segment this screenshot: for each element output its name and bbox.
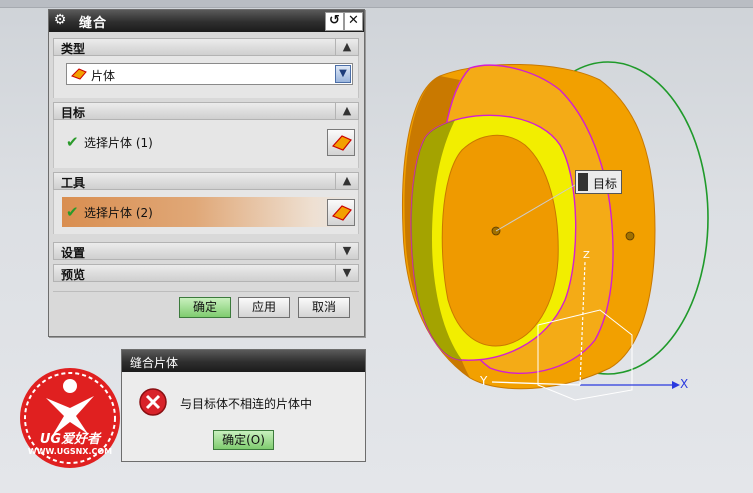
settings-section-header[interactable]: 设置 ▼ [53,242,359,260]
type-section-header[interactable]: 类型 ▲ [53,38,359,56]
close-icon[interactable]: ✕ [344,12,363,31]
checkmark-icon: ✔ [66,133,79,151]
error-icon [139,388,167,416]
reset-icon[interactable]: ↺ [325,12,344,31]
inner-orange-disc [441,134,559,347]
cancel-button[interactable]: 取消 [298,297,350,318]
error-ok-button[interactable]: 确定(O) [213,430,274,450]
error-message: 与目标体不相连的片体中 [180,397,313,411]
sheet-body-icon [332,205,352,221]
chevron-down-icon[interactable]: ▼ [335,243,358,259]
watermark-url: WWW.UGSNX.COM [27,447,113,456]
sheet-body-icon [71,68,87,80]
type-section-label: 类型 [61,42,86,56]
target-section-body: ✔ 选择片体 (1) [53,120,359,168]
tool-section-body: ✔ 选择片体 (2) [53,190,359,234]
target-select-text: 选择片体 (1) [84,136,153,150]
z-axis-label: Z [583,250,590,261]
tool-section-header[interactable]: 工具 ▲ [53,172,359,190]
settings-section-label: 设置 [61,246,86,260]
target-select-row[interactable]: ✔ 选择片体 (1) [62,127,358,157]
sew-dialog-title: 缝合 [79,16,108,31]
gear-icon[interactable]: ⚙ [52,12,68,28]
preview-section-header[interactable]: 预览 ▼ [53,264,359,282]
dialog-button-bar: 确定 应用 取消 [53,291,359,330]
chevron-down-icon[interactable]: ▼ [335,65,351,83]
type-section-body: 片体 ▼ [53,56,359,98]
apply-button[interactable]: 应用 [238,297,290,318]
x-axis-arrow [672,381,680,389]
checkmark-icon: ✔ [66,203,79,221]
error-dialog-titlebar[interactable]: 缝合片体 [122,350,365,372]
tool-select-text: 选择片体 (2) [84,206,153,220]
type-dropdown-value: 片体 [91,69,116,83]
selection-tooltip: 目标 [575,170,622,194]
select-tool-sheet-button[interactable] [327,199,355,226]
select-target-sheet-button[interactable] [327,129,355,156]
tool-section-label: 工具 [61,176,86,190]
type-dropdown[interactable]: 片体 ▼ [66,63,353,85]
sheet-body-icon [332,135,352,151]
watermark-brand: UG爱好者 [39,432,101,447]
sew-dialog: ⚙ 缝合 ↺ ✕ 类型 ▲ 片体 ▼ 目标 ▲ ✔ 选择片体 (1) 工具 ▲ [48,9,365,337]
watermark-logo: UG爱好者 WWW.UGSNX.COM [16,364,124,472]
y-axis-label: Y [480,374,488,388]
chevron-up-icon[interactable]: ▲ [335,39,358,55]
ok-button[interactable]: 确定 [179,297,231,318]
tool-select-row[interactable]: ✔ 选择片体 (2) [62,197,358,227]
tooltip-list-icon [578,173,588,191]
error-dialog: 缝合片体 与目标体不相连的片体中 确定(O) [121,349,366,462]
preview-section-label: 预览 [61,268,86,282]
error-dialog-title: 缝合片体 [130,356,179,370]
chevron-down-icon[interactable]: ▼ [335,265,358,281]
x-axis-label: X [680,377,689,391]
target-section-header[interactable]: 目标 ▲ [53,102,359,120]
sew-dialog-titlebar[interactable]: ⚙ 缝合 ↺ ✕ [49,10,364,32]
chevron-up-icon[interactable]: ▲ [335,103,358,119]
chevron-up-icon[interactable]: ▲ [335,173,358,189]
target-section-label: 目标 [61,106,86,120]
tool-center-point [625,231,635,241]
tooltip-text: 目标 [593,177,618,191]
